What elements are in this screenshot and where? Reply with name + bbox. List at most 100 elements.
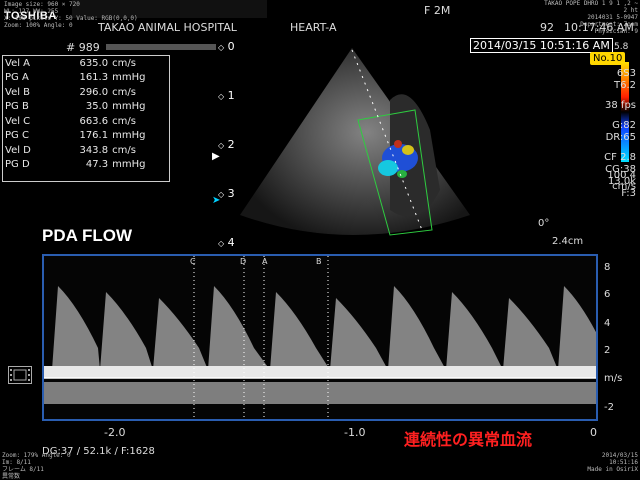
measurement-unit: mmHg: [112, 130, 146, 142]
caliper-marker[interactable]: A: [262, 257, 267, 266]
scale-unit: cm/s: [612, 181, 636, 192]
depth-scale: ◇ 0 ◇ 1 ◇ 2 ◇ 3 ◇ 4: [218, 40, 248, 250]
time-tick: -2.0: [104, 426, 126, 439]
depth-tick-label: 2: [227, 138, 235, 151]
measurement-value: 296.0: [79, 86, 109, 98]
measurement-row: PG B 35.0 mmHg: [3, 100, 169, 115]
caliper-marker[interactable]: C: [190, 257, 196, 266]
param-probe: 6S3: [616, 68, 636, 79]
velocity-tick: m/s: [604, 373, 623, 384]
measurement-row: PG A 161.3 mmHg: [3, 71, 169, 86]
measurement-unit: mmHg: [112, 72, 146, 84]
footer-line: Zoom: 179% Angle: 0: [2, 452, 71, 459]
measurement-value: 663.6: [79, 115, 109, 127]
depth-tick: ◇ 1: [218, 89, 235, 102]
meta-line: Department: Zoom: [580, 21, 638, 28]
frequency-label: F 2M: [424, 4, 451, 17]
measurement-value: 343.8: [79, 144, 109, 156]
measurement-row: Vel D 343.8 cm/s: [3, 143, 169, 158]
scale-value: 100.4: [607, 170, 636, 181]
measurement-value: 161.3: [79, 72, 109, 84]
measurement-value: 47.3: [85, 159, 109, 171]
depth-value: 2.4cm: [552, 236, 584, 247]
angle-value: 0°: [538, 218, 550, 229]
velocity-tick: 6: [604, 289, 611, 300]
measurement-unit: cm/s: [112, 86, 136, 98]
param-cf: CF 2.8: [604, 152, 636, 163]
color-flow-cyan: [378, 160, 398, 176]
param-gain: G:82: [612, 120, 636, 131]
measurement-label: Vel C: [5, 115, 31, 127]
reverse-flow-band: [44, 382, 596, 404]
depth-tick: ◇ 3: [218, 187, 235, 200]
spectral-envelope: [44, 286, 596, 378]
depth-tick-label: 0: [227, 40, 235, 53]
depth-tick: ◇ 2: [218, 138, 235, 151]
measurement-label: PG B: [5, 101, 29, 113]
caliper-marker[interactable]: D: [240, 257, 246, 266]
sector-fan: [240, 48, 470, 235]
footer-line: Made in OsiriX: [587, 466, 638, 473]
velocity-tick: 2: [604, 345, 611, 356]
footer-line: Im: 8/11: [2, 459, 31, 466]
meta-line: Image size: 960 × 720: [4, 1, 80, 8]
measurement-table: Vel A 635.0 cm/s PG A 161.3 mmHg Vel B 296.0 cm/…: [3, 56, 169, 172]
measurement-label: Vel A: [5, 57, 31, 69]
measurement-row: Vel A 635.0 cm/s: [3, 56, 169, 71]
measurement-value: 176.1: [79, 130, 109, 142]
film-icon[interactable]: [8, 366, 32, 384]
measurement-unit: cm/s: [112, 115, 136, 127]
footer-left: Zoom: 179% Angle: 0 Im: 8/11 フレーム 8/11 異…: [2, 452, 71, 480]
measurement-row: Vel C 663.6 cm/s: [3, 114, 169, 129]
velocity-tick: 8: [604, 262, 611, 273]
measurement-unit: cm/s: [112, 144, 136, 156]
meta-line: 2014031 5-0947: [587, 14, 638, 21]
velocity-tick: 4: [604, 318, 611, 329]
footer-line: 異常数: [2, 473, 21, 480]
ultrasound-screen: TOSHIBA Image size: 960 × 720 WL: 127 WW…: [0, 0, 640, 480]
caliper-marker[interactable]: B: [316, 257, 322, 266]
page-title: PDA FLOW: [42, 226, 133, 245]
measurement-row: PG C 176.1 mmHg: [3, 129, 169, 144]
time-tick: -1.0: [344, 426, 366, 439]
measurement-row: PG D 47.3 mmHg: [3, 158, 169, 173]
measurement-value: 35.0: [85, 101, 109, 113]
doppler-spectrum: [42, 254, 598, 421]
measurement-unit: mmHg: [112, 159, 146, 171]
focus-marker-icon: ▶: [212, 151, 220, 162]
doppler-waveform: [44, 256, 596, 419]
velocity-tick: -2: [604, 402, 614, 413]
color-scale-value: 100.4 cm/s: [600, 170, 636, 192]
measurement-label: Vel B: [5, 86, 31, 98]
measurement-value: 635.0: [79, 57, 109, 69]
measurement-label: Vel D: [5, 144, 31, 156]
measurement-label: PG A: [5, 72, 29, 84]
depth-tick: ◇ 4: [218, 236, 235, 249]
time-tick: 0: [590, 426, 597, 439]
color-flow-green: [397, 170, 407, 178]
top-right-meta: TAKAO POPE DHRO 1 9 1 ,2 ~ 2 ht 2014031 …: [538, 0, 638, 35]
param-dr: DR:65: [605, 132, 636, 143]
patient-id: # 989: [66, 41, 100, 54]
date-stamp: 2014/03/15 10:51:16 AM: [470, 38, 613, 53]
param-t: T6.2: [613, 80, 636, 91]
spectral-core: [44, 366, 596, 378]
footer-right: 2014/03/15 10:51:16 Made in OsiriX: [582, 452, 638, 473]
meta-line: Physician: 9: [594, 28, 638, 35]
depth-tick-label: 3: [227, 187, 235, 200]
patient-id-bar: [106, 44, 216, 50]
meta-line: WL: 127 WW: 255: [4, 8, 59, 15]
measurement-row: Vel B 296.0 cm/s: [3, 85, 169, 100]
depth-tick: ◇ 0: [218, 40, 235, 53]
measurement-label: PG C: [5, 130, 29, 142]
measurement-unit: mmHg: [112, 101, 146, 113]
depth-tick-label: 4: [227, 236, 235, 249]
focus-marker-cyan-icon: ➤: [212, 195, 221, 206]
measurement-label: PG D: [5, 159, 30, 171]
footer-line: フレーム 8/11: [2, 466, 44, 473]
meta-line: TAKAO POPE DHRO 1 9 1 ,2 ~ 2 ht: [544, 0, 638, 14]
measurement-panel: Vel A 635.0 cm/s PG A 161.3 mmHg Vel B 296.0 cm/…: [2, 55, 170, 182]
color-scale-top: 5.8: [614, 42, 629, 52]
depth-tick-label: 1: [227, 89, 235, 102]
param-fps: 38 fps: [605, 100, 636, 111]
